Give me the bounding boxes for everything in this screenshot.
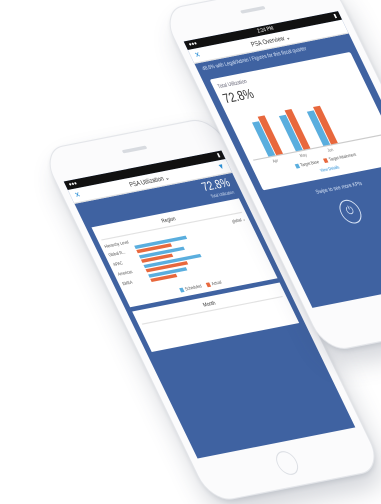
home-button[interactable]	[271, 449, 303, 477]
region-label: EMEA	[121, 279, 134, 287]
power-icon[interactable]: ⏻	[335, 198, 366, 226]
speaker	[121, 145, 148, 154]
x-tick-label: May	[298, 151, 308, 159]
filter-icon[interactable]: ▼	[217, 162, 227, 171]
speaker	[240, 5, 266, 14]
close-icon[interactable]: ✕	[73, 190, 83, 199]
hierarchy-select[interactable]: global ⌄	[231, 216, 247, 224]
legend-item: Actual	[205, 279, 222, 288]
legend-item: Scheduled	[179, 283, 203, 293]
x-tick-label: Jun	[326, 146, 335, 153]
close-icon[interactable]: ✕	[193, 50, 203, 59]
x-tick-label: Apr	[271, 157, 280, 164]
